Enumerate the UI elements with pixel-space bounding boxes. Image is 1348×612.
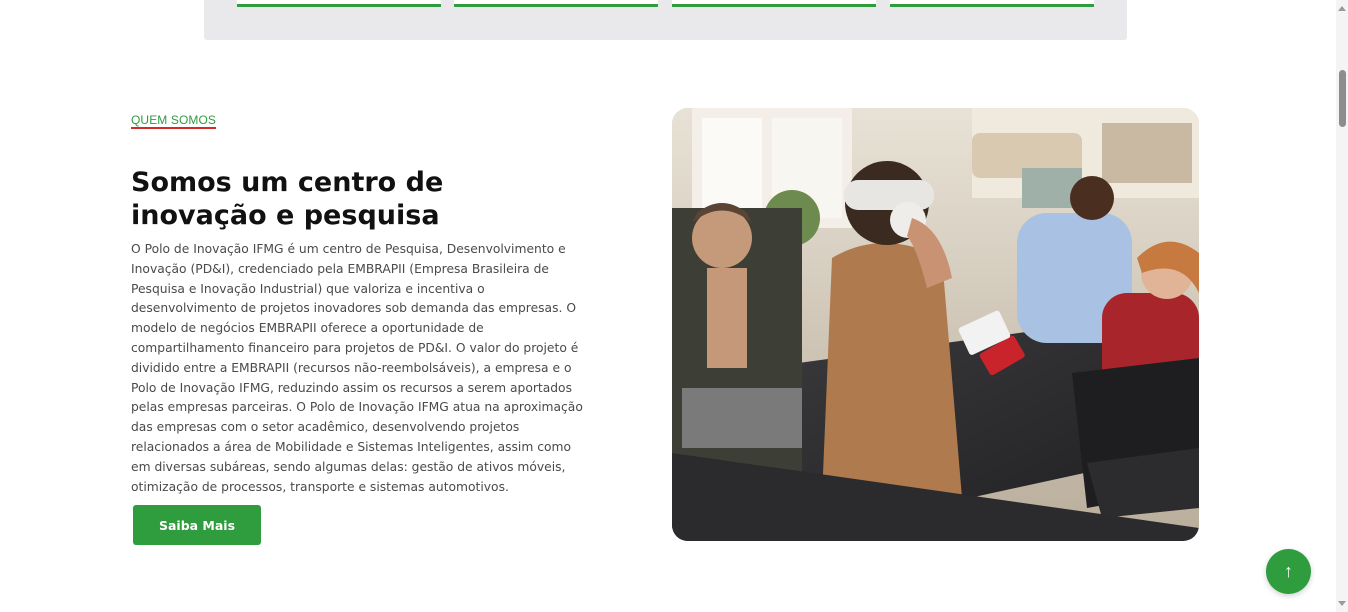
section-eyebrow-link[interactable]: QUEM SOMOS (131, 113, 216, 127)
section-title: Somos um centro de inovação e pesquisa (131, 167, 444, 231)
feature-card[interactable] (454, 0, 658, 7)
section-description: O Polo de Inovação IFMG é um centro de P… (131, 242, 583, 494)
page-scrollbar[interactable] (1336, 0, 1348, 612)
page: QUEM SOMOS Somos um centro de inovação e… (0, 0, 1348, 612)
scrollbar-thumb[interactable] (1339, 70, 1346, 127)
scroll-to-top-button[interactable]: ↑ (1266, 549, 1311, 594)
scroll-down-arrow-icon[interactable] (1338, 601, 1346, 606)
scroll-up-arrow-icon[interactable] (1338, 6, 1346, 11)
feature-card[interactable] (672, 0, 876, 7)
saiba-mais-button[interactable]: Saiba Mais (133, 505, 261, 545)
features-band (204, 0, 1127, 40)
feature-card[interactable] (890, 0, 1094, 7)
feature-card[interactable] (237, 0, 441, 7)
team-vr-photo (672, 108, 1199, 541)
arrow-up-icon: ↑ (1284, 561, 1293, 581)
